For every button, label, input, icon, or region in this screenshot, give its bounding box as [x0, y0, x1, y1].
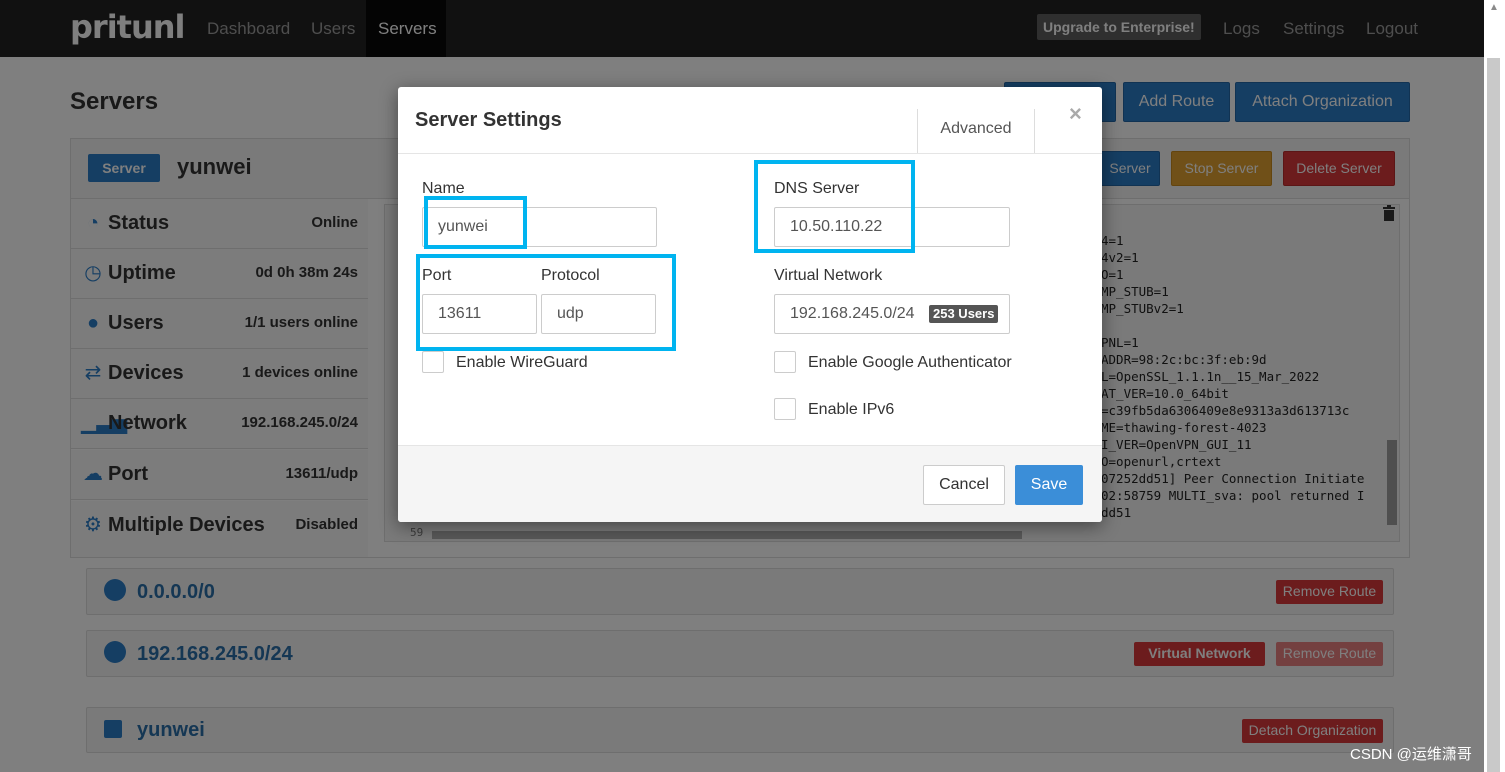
users-count-badge: 253 Users	[929, 305, 999, 323]
close-icon[interactable]: ×	[1069, 101, 1082, 127]
google-authenticator-checkbox[interactable]	[774, 351, 796, 373]
page-scrollbar-thumb[interactable]	[1487, 58, 1500, 772]
wireguard-label: Enable WireGuard	[456, 354, 588, 371]
modal-title: Server Settings	[415, 109, 562, 131]
modal-header-divider	[398, 153, 1102, 154]
watermark: CSDN @运维潇哥	[1350, 746, 1472, 763]
wireguard-checkbox[interactable]	[422, 351, 444, 373]
google-authenticator-label: Enable Google Authenticator	[808, 354, 1012, 371]
ipv6-checkbox[interactable]	[774, 398, 796, 420]
highlight-box-port-protocol	[416, 254, 676, 351]
cancel-button[interactable]: Cancel	[923, 465, 1005, 505]
ipv6-label: Enable IPv6	[808, 401, 895, 418]
highlight-box-dns	[754, 160, 915, 253]
scroll-up-arrow-icon[interactable]: ▲	[1489, 2, 1499, 13]
save-button[interactable]: Save	[1015, 465, 1083, 505]
tab-advanced[interactable]: Advanced	[917, 109, 1035, 154]
highlight-box-name	[424, 196, 527, 249]
virtual-network-label: Virtual Network	[774, 267, 883, 284]
